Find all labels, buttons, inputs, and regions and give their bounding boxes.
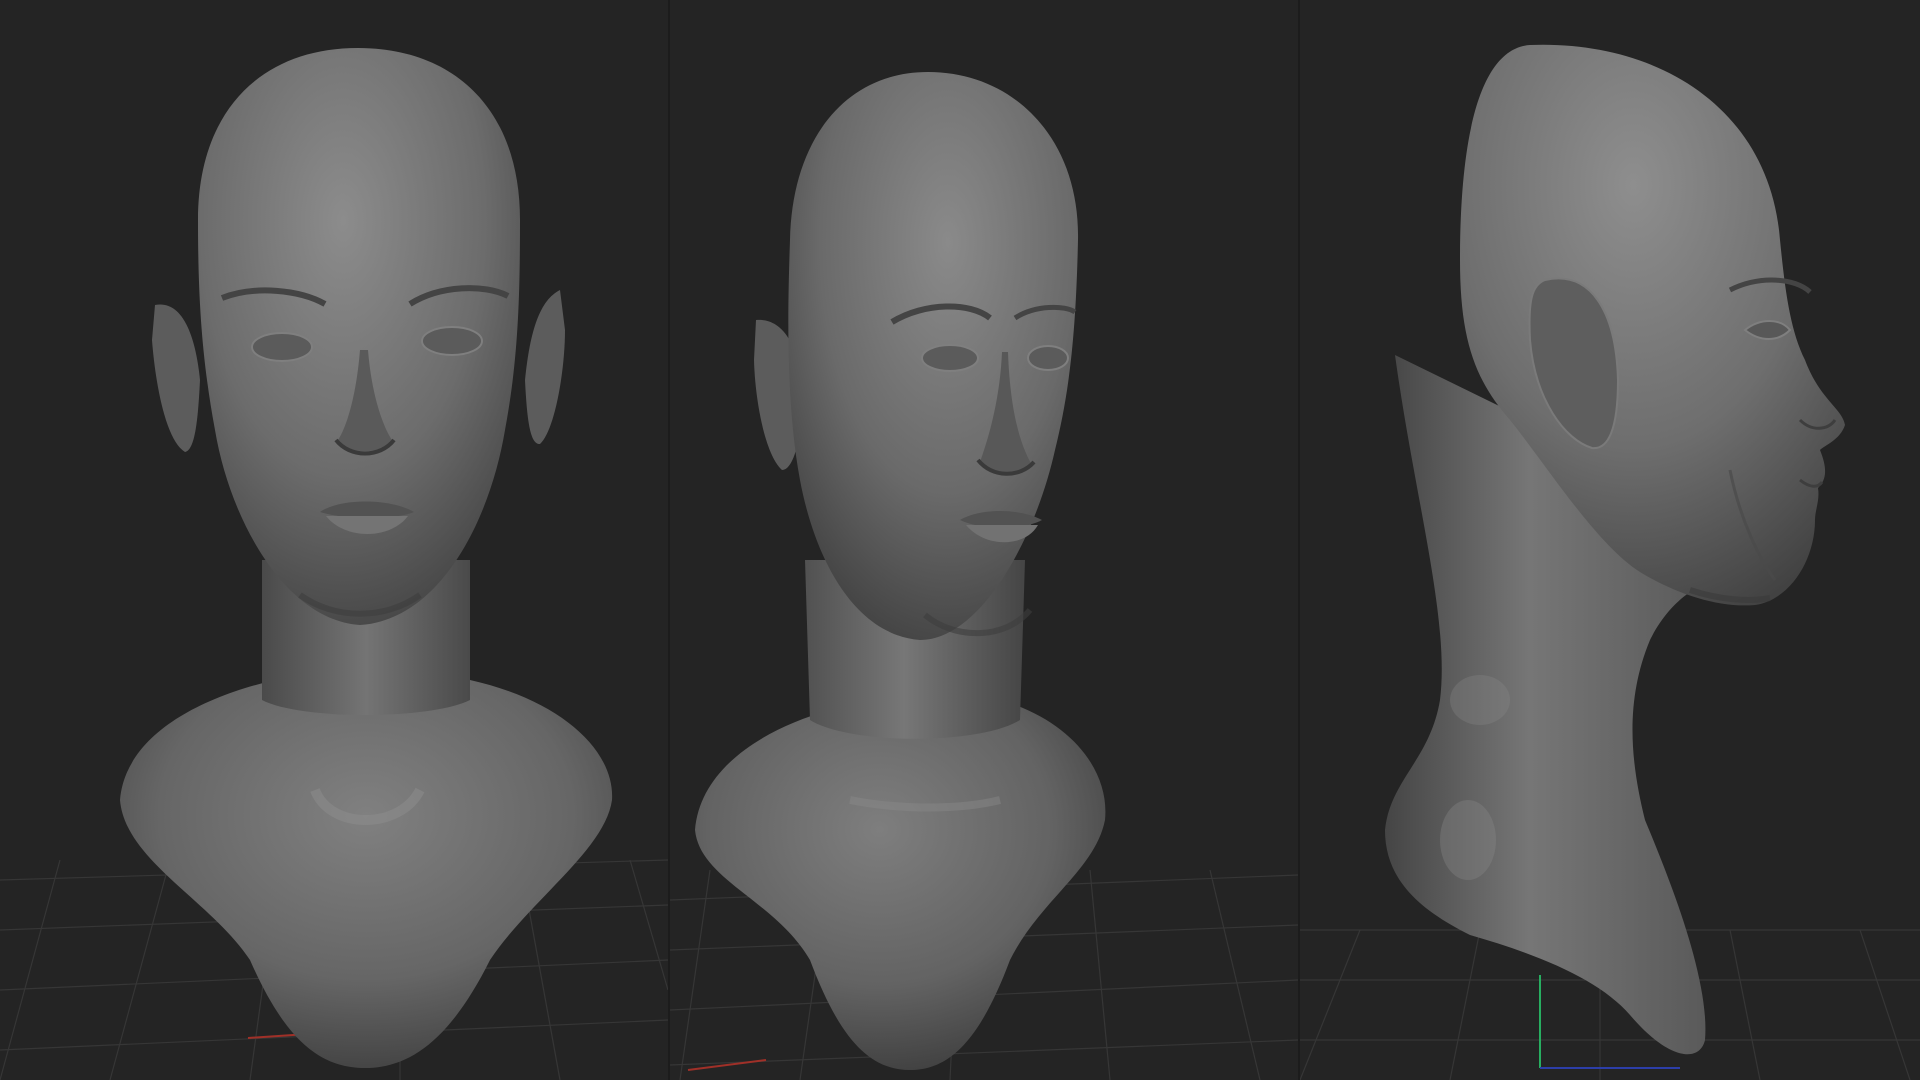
sculpt-viewport[interactable] (0, 0, 1920, 1080)
front-view-panel[interactable] (0, 0, 668, 1080)
three-quarter-view-panel[interactable] (670, 0, 1298, 1080)
side-view-canvas[interactable] (1300, 0, 1920, 1080)
front-view-canvas[interactable] (0, 0, 668, 1080)
front-bust-mesh[interactable] (120, 48, 613, 1068)
axis-x-marker (687, 1059, 767, 1071)
side-view-panel[interactable] (1300, 0, 1920, 1080)
three-quarter-bust-mesh[interactable] (695, 72, 1106, 1070)
three-quarter-view-canvas[interactable] (670, 0, 1298, 1080)
side-bust-mesh[interactable] (1385, 44, 1845, 1055)
